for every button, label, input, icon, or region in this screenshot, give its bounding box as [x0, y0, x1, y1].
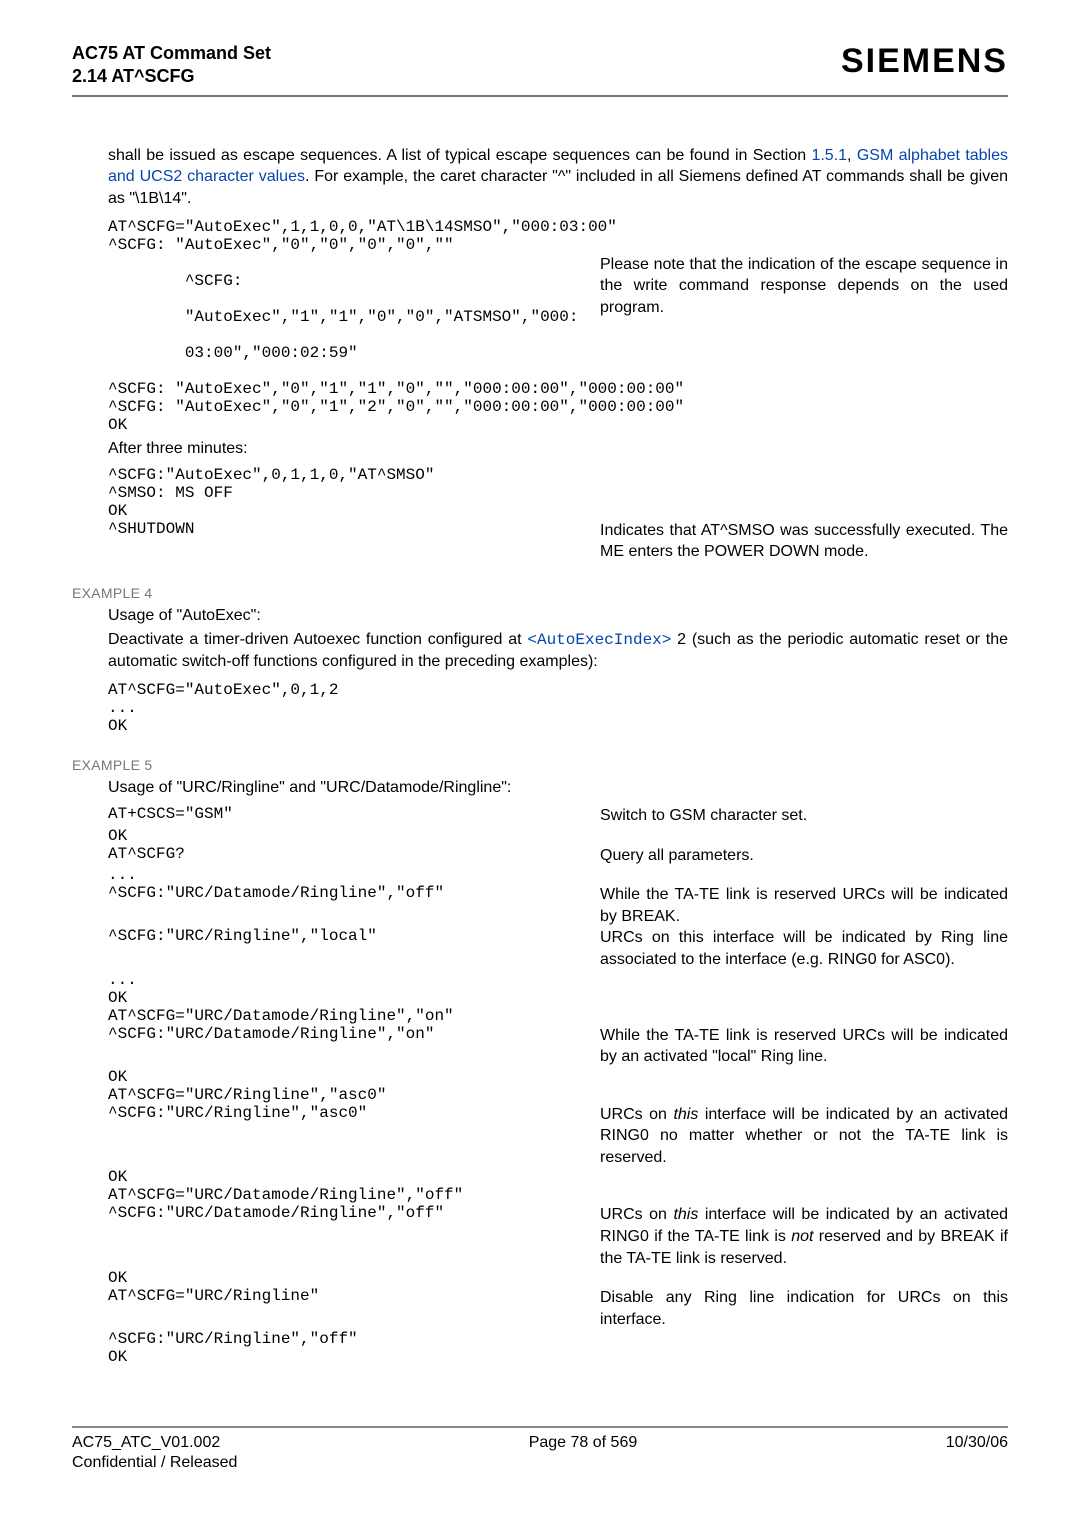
example4-title: Usage of "AutoExec": [108, 607, 1008, 625]
code-line: ^SCFG:"URC/Ringline","local" [108, 927, 576, 945]
code-line: OK [108, 416, 1008, 434]
code-row: AT^SCFG="URC/Ringline","asc0" [108, 1086, 1008, 1104]
code-note: Indicates that AT^SMSO was successfully … [576, 520, 1008, 563]
code-line: OK [108, 1269, 576, 1287]
code-line: ^SHUTDOWN [108, 520, 576, 538]
code-line: AT^SCFG="AutoExec",0,1,2 [108, 681, 1008, 699]
code-line: OK [108, 717, 1008, 735]
code-line: OK [108, 1348, 576, 1366]
code-text: "AutoExec","1","1","0","0","ATSMSO","000… [185, 308, 579, 326]
code-line: OK [108, 827, 576, 845]
code-line: ^SCFG:"URC/Datamode/Ringline","off" [108, 1204, 576, 1222]
page: AC75 AT Command Set 2.14 AT^SCFG SIEMENS… [0, 0, 1080, 1528]
code-row: ^SCFG:"URC/Datamode/Ringline","off"URCs … [108, 1204, 1008, 1269]
code-row: AT^SCFG="URC/Datamode/Ringline","on" [108, 1007, 1008, 1025]
code-line: OK [108, 989, 576, 1007]
code-line: OK [108, 1068, 576, 1086]
code-row: ^SCFG:"URC/Ringline","local"URCs on this… [108, 927, 1008, 970]
code-row: AT^SCFG="URC/Ringline"Disable any Ring l… [108, 1287, 1008, 1330]
code-note: Switch to GSM character set. [576, 805, 1008, 827]
section-link[interactable]: 1.5.1 [811, 147, 847, 164]
code-row: AT^SCFG?Query all parameters. [108, 845, 1008, 867]
code-note: While the TA-TE link is reserved URCs wi… [576, 1025, 1008, 1068]
code-note: Disable any Ring line indication for URC… [576, 1287, 1008, 1330]
code-line: AT+CSCS="GSM" [108, 805, 576, 823]
example4-desc: Deactivate a timer-driven Autoexec funct… [108, 629, 1008, 673]
footer-divider [72, 1426, 1008, 1428]
code-note: Query all parameters. [576, 845, 1008, 867]
footer-right: 10/30/06 [946, 1434, 1008, 1452]
intro-text-a: shall be issued as escape sequences. A l… [108, 147, 811, 164]
code-line: ^SCFG:"URC/Ringline","off" [108, 1330, 576, 1348]
code-line: ^SCFG: "AutoExec","0","0","0","0","" [108, 236, 1008, 254]
code-text: 03:00","000:02:59" [185, 344, 358, 362]
code-note: Please note that the indication of the e… [576, 254, 1008, 319]
code-row: ^SCFG:"URC/Ringline","asc0"URCs on this … [108, 1104, 1008, 1169]
code-row: AT+CSCS="GSM"Switch to GSM character set… [108, 805, 1008, 827]
code-row: ... [108, 866, 1008, 884]
code-row: ^SCFG: "AutoExec","1","1","0","0","ATSMS… [108, 254, 1008, 380]
code-token-link[interactable]: <AutoExecIndex> [527, 631, 671, 649]
code-row: ^SHUTDOWN Indicates that AT^SMSO was suc… [108, 520, 1008, 563]
code-line: OK [108, 1168, 576, 1186]
code-line: ^SCFG:"URC/Datamode/Ringline","off" [108, 884, 576, 902]
code-line: ... [108, 971, 576, 989]
code-line: ^SCFG:"URC/Datamode/Ringline","on" [108, 1025, 576, 1043]
code-line: OK [108, 502, 1008, 520]
intro-comma: , [847, 147, 857, 164]
code-line: AT^SCFG? [108, 845, 576, 863]
code-note: URCs on this interface will be indicated… [576, 1104, 1008, 1169]
header-left: AC75 AT Command Set 2.14 AT^SCFG [72, 42, 271, 89]
code-row: OK [108, 827, 1008, 845]
code-text: ^SCFG: [185, 272, 252, 290]
example5-title: Usage of "URC/Ringline" and "URC/Datamod… [108, 779, 1008, 797]
footer-left: AC75_ATC_V01.002 [72, 1434, 220, 1452]
code-line: ... [108, 699, 1008, 717]
code-block-ex5: AT+CSCS="GSM"Switch to GSM character set… [108, 805, 1008, 1367]
code-line: ^SMSO: MS OFF [108, 484, 1008, 502]
intro-paragraph: shall be issued as escape sequences. A l… [108, 145, 1008, 210]
code-line: ^SCFG:"AutoExec",0,1,1,0,"AT^SMSO" [108, 466, 1008, 484]
code-line: ^SCFG: "AutoExec","1","1","0","0","ATSMS… [108, 254, 576, 380]
code-row: OK [108, 1269, 1008, 1287]
example-label: EXAMPLE 5 [72, 757, 1008, 773]
footer-left-sub: Confidential / Released [72, 1454, 1008, 1472]
brand-logo: SIEMENS [841, 42, 1008, 81]
example-label: EXAMPLE 4 [72, 585, 1008, 601]
code-block-top: AT^SCFG="AutoExec",1,1,0,0,"AT\1B\14SMSO… [108, 218, 1008, 434]
doc-subtitle: 2.14 AT^SCFG [72, 65, 271, 88]
page-header: AC75 AT Command Set 2.14 AT^SCFG SIEMENS [72, 42, 1008, 89]
code-block-ex4: AT^SCFG="AutoExec",0,1,2 ... OK [108, 681, 1008, 735]
doc-title: AC75 AT Command Set [72, 42, 271, 65]
code-row: OK [108, 1068, 1008, 1086]
code-line: ^SCFG: "AutoExec","0","1","1","0","","00… [108, 380, 1008, 398]
code-line: AT^SCFG="URC/Datamode/Ringline","on" [108, 1007, 576, 1025]
code-block-after3: ^SCFG:"AutoExec",0,1,1,0,"AT^SMSO" ^SMSO… [108, 466, 1008, 563]
code-row: ^SCFG:"URC/Ringline","off" [108, 1330, 1008, 1348]
code-line: AT^SCFG="URC/Ringline" [108, 1287, 576, 1305]
code-line: ^SCFG: "AutoExec","0","1","2","0","","00… [108, 398, 1008, 416]
code-row: ^SCFG:"URC/Datamode/Ringline","on"While … [108, 1025, 1008, 1068]
code-note: While the TA-TE link is reserved URCs wi… [576, 884, 1008, 927]
footer-center: Page 78 of 569 [220, 1434, 945, 1452]
code-row: OK [108, 989, 1008, 1007]
code-note: URCs on this interface will be indicated… [576, 1204, 1008, 1269]
code-line: ^SCFG:"URC/Ringline","asc0" [108, 1104, 576, 1122]
code-line: ... [108, 866, 576, 884]
code-line: AT^SCFG="AutoExec",1,1,0,0,"AT\1B\14SMSO… [108, 218, 1008, 236]
code-row: AT^SCFG="URC/Datamode/Ringline","off" [108, 1186, 1008, 1204]
code-row: ^SCFG:"URC/Datamode/Ringline","off"While… [108, 884, 1008, 927]
page-footer: AC75_ATC_V01.002 Page 78 of 569 10/30/06 [72, 1434, 1008, 1452]
code-row: OK [108, 1348, 1008, 1366]
header-divider [72, 95, 1008, 97]
code-row: OK [108, 1168, 1008, 1186]
desc-text-a: Deactivate a timer-driven Autoexec funct… [108, 631, 527, 648]
code-line: AT^SCFG="URC/Datamode/Ringline","off" [108, 1186, 576, 1204]
code-note: URCs on this interface will be indicated… [576, 927, 1008, 970]
after-three-heading: After three minutes: [108, 440, 1008, 458]
code-line: AT^SCFG="URC/Ringline","asc0" [108, 1086, 576, 1104]
code-row: ... [108, 971, 1008, 989]
